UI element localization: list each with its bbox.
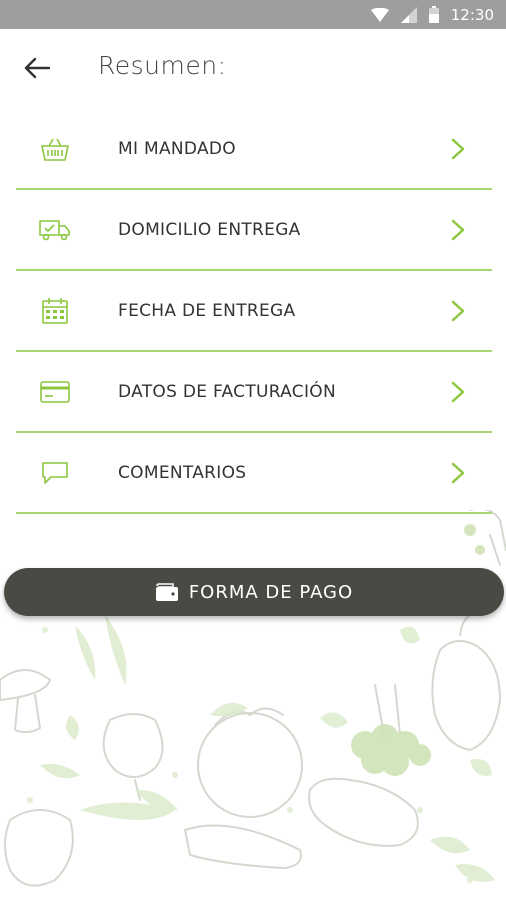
- menu-item-label: COMENTARIOS: [118, 462, 247, 483]
- wifi-icon: [370, 7, 389, 22]
- menu-item-label: DATOS DE FACTURACIÓN: [118, 381, 336, 402]
- credit-card-icon: [39, 376, 71, 408]
- status-time: 12:30: [450, 5, 494, 24]
- wallet-icon: [155, 583, 178, 601]
- arrow-left-icon: [24, 57, 50, 79]
- menu-item-label: DOMICILIO ENTREGA: [118, 219, 301, 240]
- menu-item-comentarios[interactable]: COMENTARIOS: [16, 433, 492, 514]
- calendar-icon: [39, 295, 71, 327]
- payment-button-label: FORMA DE PAGO: [188, 581, 354, 603]
- chevron-right-icon: [451, 381, 465, 402]
- menu-item-mi-mandado[interactable]: MI MANDADO: [16, 109, 492, 190]
- menu-item-label: MI MANDADO: [118, 138, 236, 159]
- summary-menu: MI MANDADO DOMICILIO ENTREGA FECHA DE EN…: [16, 109, 492, 514]
- page-title: Resumen:: [98, 51, 227, 80]
- delivery-truck-icon: [39, 214, 71, 246]
- menu-item-fecha-entrega[interactable]: FECHA DE ENTREGA: [16, 271, 492, 352]
- basket-icon: [39, 133, 71, 165]
- comment-icon: [39, 457, 71, 489]
- chevron-right-icon: [451, 462, 465, 483]
- app-bar: Resumen:: [0, 29, 506, 105]
- signal-icon: [400, 6, 417, 23]
- chevron-right-icon: [451, 138, 465, 159]
- chevron-right-icon: [451, 219, 465, 240]
- menu-item-label: FECHA DE ENTREGA: [118, 300, 296, 321]
- status-bar: 12:30: [0, 0, 506, 29]
- back-button[interactable]: [22, 53, 52, 83]
- menu-item-domicilio-entrega[interactable]: DOMICILIO ENTREGA: [16, 190, 492, 271]
- payment-method-button[interactable]: FORMA DE PAGO: [4, 568, 504, 616]
- chevron-right-icon: [451, 300, 465, 321]
- battery-icon: [428, 6, 439, 23]
- menu-item-datos-facturacion[interactable]: DATOS DE FACTURACIÓN: [16, 352, 492, 433]
